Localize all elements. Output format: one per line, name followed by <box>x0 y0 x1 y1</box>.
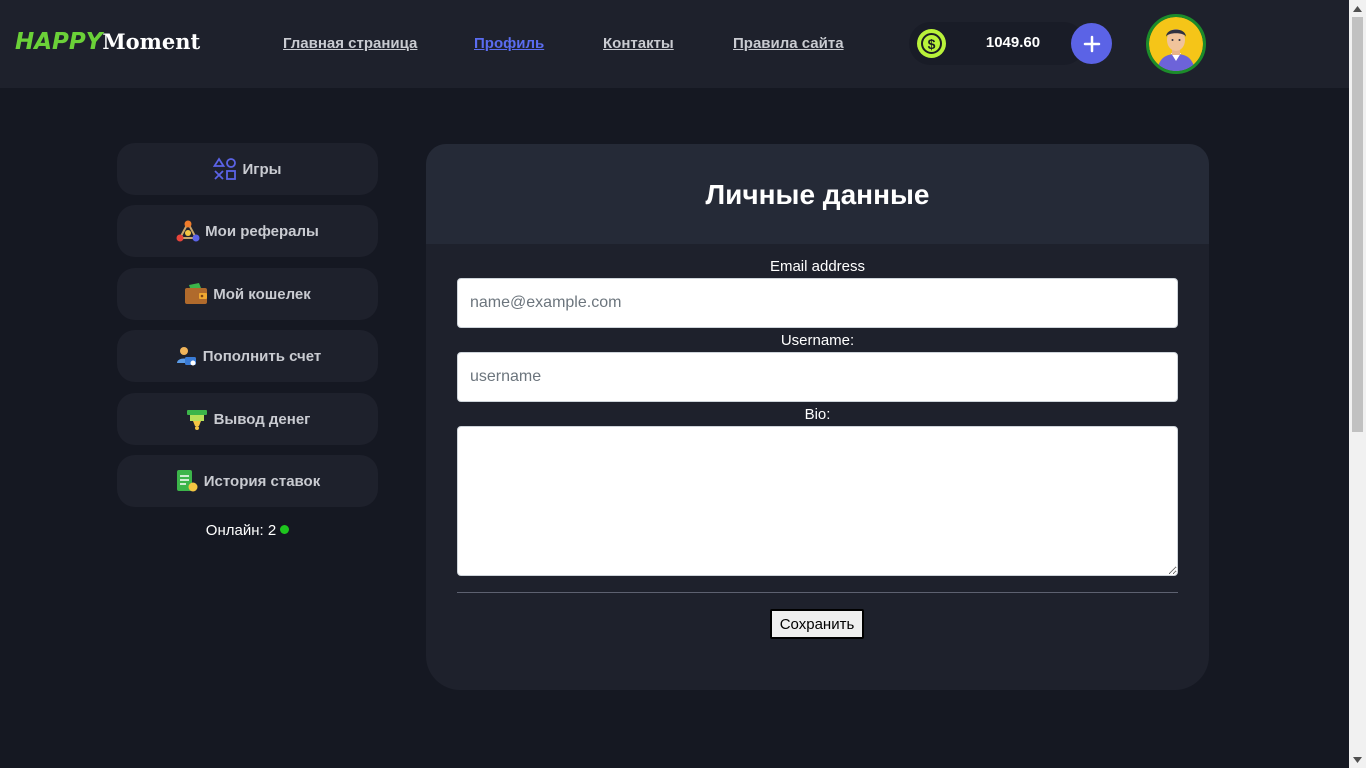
sidebar-item-label: Вывод денег <box>213 410 311 428</box>
online-status-dot <box>280 525 290 534</box>
nav-home-link[interactable]: Главная страница <box>283 35 417 52</box>
sidebar-item-label: Игры <box>242 160 282 178</box>
username-label: Username: <box>780 332 855 349</box>
bet-history-icon <box>175 469 199 493</box>
form-divider <box>457 592 1178 593</box>
logo-part-happy: HAPPY <box>15 29 103 55</box>
sidebar-item-bet-history[interactable]: История ставок <box>117 455 378 507</box>
dollar-coin-icon: $ <box>917 29 946 58</box>
nav-profile-link[interactable]: Профиль <box>474 35 544 52</box>
balance-value: 1049.60 <box>985 34 1041 51</box>
balance-widget: $ 1049.60 <box>909 22 1085 65</box>
nav-contacts-link[interactable]: Контакты <box>603 35 674 52</box>
online-counter: Онлайн: 2 <box>117 522 378 539</box>
withdraw-icon <box>185 407 209 431</box>
games-icon <box>213 157 237 181</box>
email-label: Email address <box>769 258 866 275</box>
save-button[interactable]: Сохранить <box>770 609 864 639</box>
deposit-icon <box>174 344 198 368</box>
page-scrollbar[interactable] <box>1349 0 1366 768</box>
online-label: Онлайн: 2 <box>205 522 277 539</box>
sidebar-item-withdraw[interactable]: Вывод денег <box>117 393 378 445</box>
site-logo[interactable]: HAPPY Moment <box>15 29 200 59</box>
user-avatar[interactable] <box>1146 14 1206 74</box>
logo-part-moment: Moment <box>102 29 201 54</box>
wallet-icon <box>184 282 208 306</box>
profile-panel: Личные данные Email address Username: Bi… <box>426 144 1209 690</box>
sidebar-item-referrals[interactable]: Мои рефералы <box>117 205 378 257</box>
sidebar-item-label: Пополнить счет <box>202 347 322 365</box>
username-field[interactable] <box>457 352 1178 402</box>
scroll-down-icon[interactable] <box>1349 751 1366 768</box>
add-funds-button[interactable] <box>1071 23 1112 64</box>
scroll-up-icon[interactable] <box>1349 0 1366 17</box>
sidebar-item-label: Мои рефералы <box>205 222 319 240</box>
email-field[interactable] <box>457 278 1178 328</box>
sidebar-item-label: Мой кошелек <box>213 285 311 303</box>
plus-icon <box>1083 35 1100 52</box>
sidebar-item-games[interactable]: Игры <box>117 143 378 195</box>
referrals-icon <box>176 219 200 243</box>
sidebar-item-label: История ставок <box>203 472 321 490</box>
nav-rules-link[interactable]: Правила сайта <box>733 35 844 52</box>
page-title: Личные данные <box>705 179 930 210</box>
sidebar-item-deposit[interactable]: Пополнить счет <box>117 330 378 382</box>
scrollbar-thumb[interactable] <box>1352 17 1363 432</box>
sidebar-item-wallet[interactable]: Мой кошелек <box>117 268 378 320</box>
top-header: HAPPY Moment Главная страница Профиль Ко… <box>0 0 1349 88</box>
bio-label: Bio: <box>804 406 831 423</box>
bio-textarea[interactable] <box>457 426 1178 576</box>
